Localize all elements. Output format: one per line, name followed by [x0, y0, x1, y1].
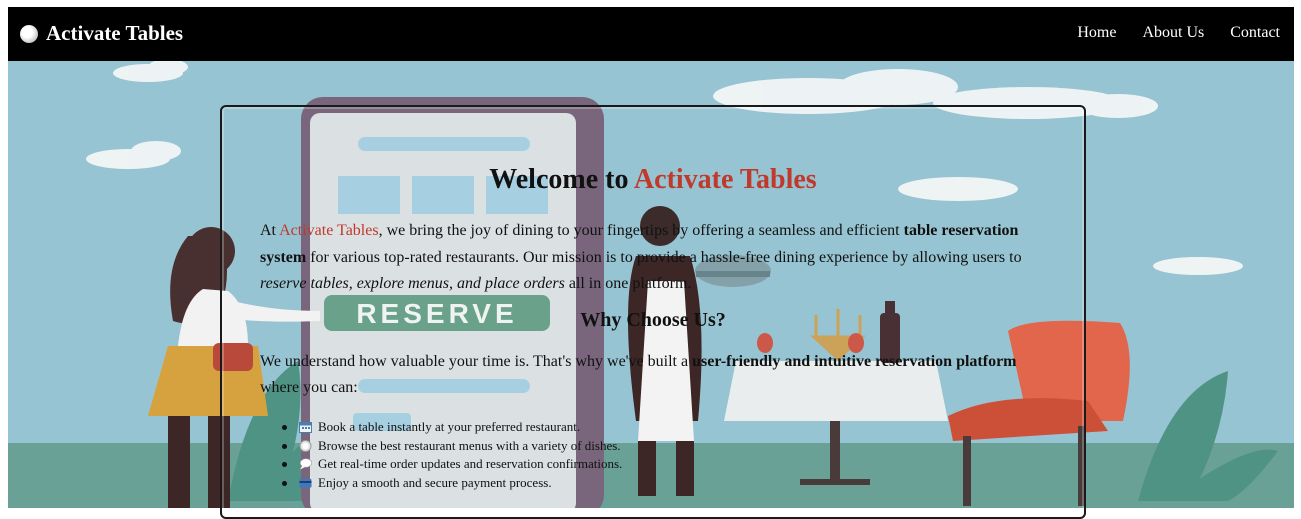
plate-icon	[20, 24, 38, 43]
credit-card-icon	[299, 478, 312, 488]
chat-bubble-icon	[299, 458, 312, 470]
intro-text-start: At	[260, 222, 280, 239]
intro-text-end: all in one platform.	[564, 275, 692, 292]
list-item: Browse the best restaurant menus with a …	[281, 437, 622, 456]
feature-text: Get real-time order updates and reservat…	[318, 456, 623, 471]
list-item: Book a table instantly at your preferred…	[281, 418, 622, 437]
nav-link-about-us[interactable]: About Us	[1142, 24, 1204, 42]
title-brand-accent: Activate Tables	[633, 164, 817, 195]
intro-paragraph: At Activate Tables, we bring the joy of …	[260, 218, 1050, 298]
feature-text: Book a table instantly at your preferred…	[318, 419, 581, 434]
desc-bold-text: user-friendly and intuitive reservation …	[692, 353, 1017, 370]
list-item: Get real-time order updates and reservat…	[281, 455, 623, 474]
welcome-title: Welcome to Activate Tables	[222, 164, 1084, 196]
title-prefix: Welcome to	[489, 164, 634, 195]
intro-text-middle: , we bring the joy of dining to your fin…	[378, 222, 904, 239]
features-list: Book a table instantly at your preferred…	[279, 418, 622, 492]
navbar: Activate Tables Home About Us Contact	[8, 7, 1294, 61]
intro-brand: Activate Tables	[279, 222, 379, 239]
why-choose-title: Why Choose Us?	[580, 309, 726, 331]
brand[interactable]: Activate Tables	[20, 21, 183, 46]
why-description: We understand how valuable your time is.…	[260, 349, 1050, 401]
desc-text-start: We understand how valuable your time is.…	[260, 353, 693, 370]
nav-link-home[interactable]: Home	[1077, 24, 1116, 42]
intro-text-after: for various top-rated restaurants. Our m…	[306, 248, 1022, 266]
plate-icon	[299, 439, 312, 452]
feature-text: Enjoy a smooth and secure payment proces…	[318, 474, 552, 490]
nav-links: Home About Us Contact	[1051, 24, 1280, 42]
nav-link-contact[interactable]: Contact	[1230, 24, 1280, 42]
intro-italic-text: reserve tables, explore menus, and place…	[260, 275, 565, 292]
brand-name: Activate Tables	[46, 21, 184, 45]
feature-text: Browse the best restaurant menus with a …	[318, 437, 621, 453]
welcome-card: Welcome to Activate Tables At Activate T…	[220, 105, 1086, 519]
calendar-icon	[299, 422, 312, 434]
list-item: Enjoy a smooth and secure payment proces…	[281, 474, 622, 493]
desc-text-end: where you can:	[260, 379, 358, 396]
